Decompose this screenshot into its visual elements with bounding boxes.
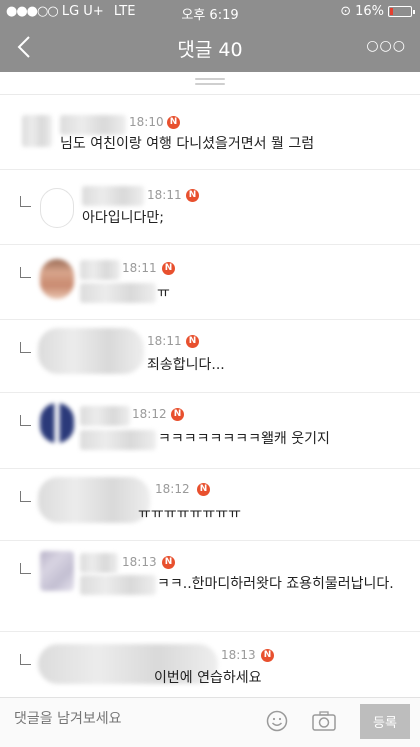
rotation-lock-icon: ⊙ [340, 4, 352, 19]
reply-arrow-icon [20, 654, 31, 665]
nav-bar: 댓글 40 ○○○ [0, 24, 420, 72]
comment-time: 18:11 [147, 188, 182, 202]
reply-arrow-icon [20, 563, 31, 574]
comment-text: ㅋㅋㅋㅋㅋㅋㅋㅋ왤캐 웃기지 [158, 431, 330, 447]
author-name-blurred [80, 406, 130, 426]
comment-time: 18:12 [132, 407, 167, 421]
reply-arrow-icon [20, 415, 31, 426]
reply-item: 18:13 N ㅋㅋ..한마디하러왓다 죠용히물러납니다. [0, 541, 420, 632]
status-bar: ●●●○○ LG U+ LTE 오후 6:19 ⊙ 16% [0, 0, 420, 24]
reply-arrow-icon [20, 267, 31, 278]
comment-time: 18:12 [155, 482, 190, 496]
avatar-blurred[interactable] [38, 328, 144, 374]
more-options-icon[interactable]: ○○○ [366, 38, 406, 54]
avatar[interactable] [40, 403, 74, 443]
comment-input[interactable] [12, 710, 246, 728]
reply-item: 18:12 N ㅋㅋㅋㅋㅋㅋㅋㅋ왤캐 웃기지 [0, 393, 420, 469]
new-badge: N [171, 408, 184, 421]
text-blurred [80, 575, 156, 595]
battery-icon [388, 6, 415, 17]
avatar-blurred [22, 115, 52, 147]
camera-icon[interactable] [312, 711, 336, 731]
reply-arrow-icon [20, 196, 31, 207]
author-name-blurred [80, 260, 120, 280]
page-title: 댓글 40 [177, 39, 243, 61]
author-name-blurred [82, 186, 144, 206]
reply-arrow-icon [20, 342, 31, 353]
text-blurred [80, 430, 156, 450]
reply-item: 18:11 N ㅠ [0, 245, 420, 320]
comment-time: 18:11 [147, 334, 182, 348]
new-badge: N [167, 116, 180, 129]
reply-item: 18:11 N 아다입니다만; [0, 170, 420, 245]
comment-text: 님도 여친이랑 여행 다니셨을거면서 뭘 그럼 [60, 136, 315, 152]
submit-button[interactable]: 등록 [360, 704, 410, 739]
comment-text: 죄송합니다... [147, 357, 225, 373]
status-right: ⊙ 16% [340, 4, 415, 19]
comment-text: ㅋㅋ..한마디하러왓다 죠용히물러납니다. [157, 576, 394, 592]
reply-item: 18:11 N 죄송합니다... [0, 320, 420, 393]
comment-text: ㅠㅠㅠㅠㅠㅠㅠㅠ [138, 506, 242, 522]
reply-arrow-icon [20, 491, 31, 502]
author-name-blurred [60, 115, 126, 135]
new-badge: N [162, 262, 175, 275]
new-badge: N [186, 335, 199, 348]
reply-item: 18:12 N ㅠㅠㅠㅠㅠㅠㅠㅠ [0, 469, 420, 541]
author-name-blurred [80, 553, 118, 573]
new-badge: N [197, 483, 210, 496]
new-badge: N [162, 556, 175, 569]
text-blurred [80, 283, 156, 303]
comment-time: 18:10 [129, 115, 164, 129]
avatar-blurred[interactable] [38, 477, 150, 523]
battery-percent: 16% [355, 4, 384, 19]
comment-item: 18:10 N 님도 여친이랑 여행 다니셨을거면서 뭘 그럼 [0, 95, 420, 170]
comment-text: ㅠ [157, 285, 170, 301]
comment-text: 이번에 연습하세요 [154, 670, 262, 686]
avatar[interactable] [40, 551, 74, 591]
new-badge: N [261, 649, 274, 662]
comment-time: 18:13 [221, 648, 256, 662]
comment-time: 18:11 [122, 261, 157, 275]
emoji-icon[interactable] [266, 710, 288, 732]
reply-item: 18:13 N 이번에 연습하세요 [0, 632, 420, 697]
avatar[interactable] [40, 188, 74, 228]
avatar[interactable] [40, 259, 74, 299]
new-badge: N [186, 189, 199, 202]
comment-text: 아다입니다만; [82, 210, 164, 226]
comment-composer: 등록 [0, 697, 420, 747]
drag-handle[interactable] [195, 78, 225, 86]
comment-time: 18:13 [122, 555, 157, 569]
